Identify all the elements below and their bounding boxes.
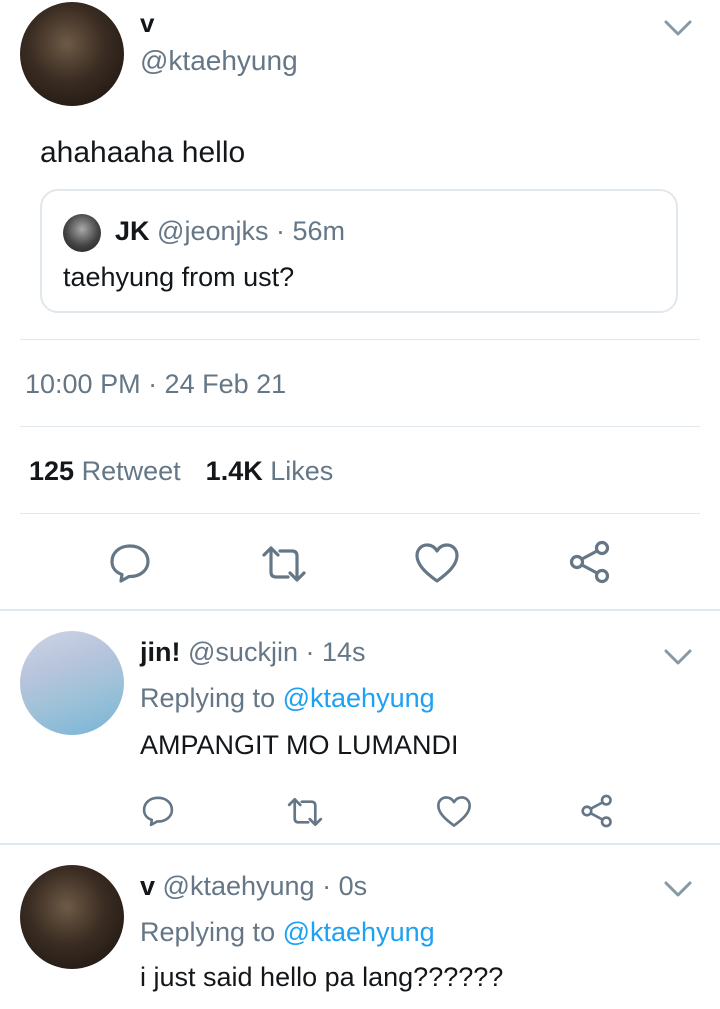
chevron-down-icon[interactable] (660, 877, 696, 901)
replying-to-line: Replying to @ktaehyung (140, 683, 435, 714)
author-avatar[interactable] (20, 2, 124, 106)
likes-count: 1.4K (205, 456, 263, 486)
reply-author-line: v @ktaehyung · 0s (140, 871, 367, 902)
quoted-handle: @jeonjks (157, 216, 269, 246)
reply-display-name[interactable]: jin! (140, 637, 181, 667)
retweet-icon[interactable] (286, 796, 324, 828)
reply-avatar[interactable] (20, 631, 124, 735)
quoted-author-avatar (63, 214, 101, 252)
section-divider (0, 843, 720, 845)
reply-icon[interactable] (108, 541, 152, 585)
retweet-count: 125 (29, 456, 75, 486)
retweet-icon[interactable] (260, 544, 308, 584)
reply-handle[interactable]: @suckjin (188, 637, 298, 667)
replying-to-line: Replying to @ktaehyung (140, 917, 435, 948)
share-icon[interactable] (568, 540, 612, 584)
like-icon[interactable] (414, 542, 460, 584)
replying-to-label: Replying to (140, 683, 276, 713)
share-icon[interactable] (580, 794, 614, 828)
retweet-label: Retweet (81, 456, 181, 486)
tweet-timestamp: 10:00 PM · 24 Feb 21 (25, 369, 287, 399)
reply-handle[interactable]: @ktaehyung (163, 871, 315, 901)
reply-text: i just said hello pa lang?????? (140, 962, 504, 992)
section-divider (0, 609, 720, 611)
reply-author-line: jin! @suckjin · 14s (140, 637, 366, 668)
author-handle[interactable]: @ktaehyung (140, 45, 298, 77)
likes-stat[interactable]: 1.4K Likes (206, 456, 334, 486)
quoted-tweet[interactable] (40, 189, 678, 313)
quoted-display-name: JK (115, 216, 150, 246)
quoted-time: · 56m (276, 216, 346, 246)
reply-avatar[interactable] (20, 865, 124, 969)
tweet-text: ahahaaha hello (40, 136, 246, 169)
retweets-stat[interactable]: 125 Retweet (29, 456, 188, 486)
likes-label: Likes (270, 456, 334, 486)
chevron-down-icon[interactable] (660, 645, 696, 669)
divider (20, 339, 700, 340)
reply-time: · 0s (322, 871, 368, 901)
replying-to-handle[interactable]: @ktaehyung (283, 917, 435, 947)
like-icon[interactable] (436, 795, 472, 828)
divider (20, 513, 700, 514)
reply-time: · 14s (305, 637, 366, 667)
reply-display-name[interactable]: v (140, 871, 155, 901)
quoted-author-line: JK @jeonjks · 56m (115, 216, 345, 247)
tweet-stats: 125 Retweet 1.4K Likes (29, 456, 333, 487)
replying-to-label: Replying to (140, 917, 276, 947)
divider (20, 426, 700, 427)
chevron-down-icon[interactable] (660, 16, 696, 40)
quoted-text: taehyung from ust? (63, 262, 295, 292)
reply-icon[interactable] (141, 794, 175, 828)
reply-text: AMPANGIT MO LUMANDI (140, 730, 459, 760)
replying-to-handle[interactable]: @ktaehyung (283, 683, 435, 713)
author-display-name[interactable]: v (140, 8, 154, 39)
